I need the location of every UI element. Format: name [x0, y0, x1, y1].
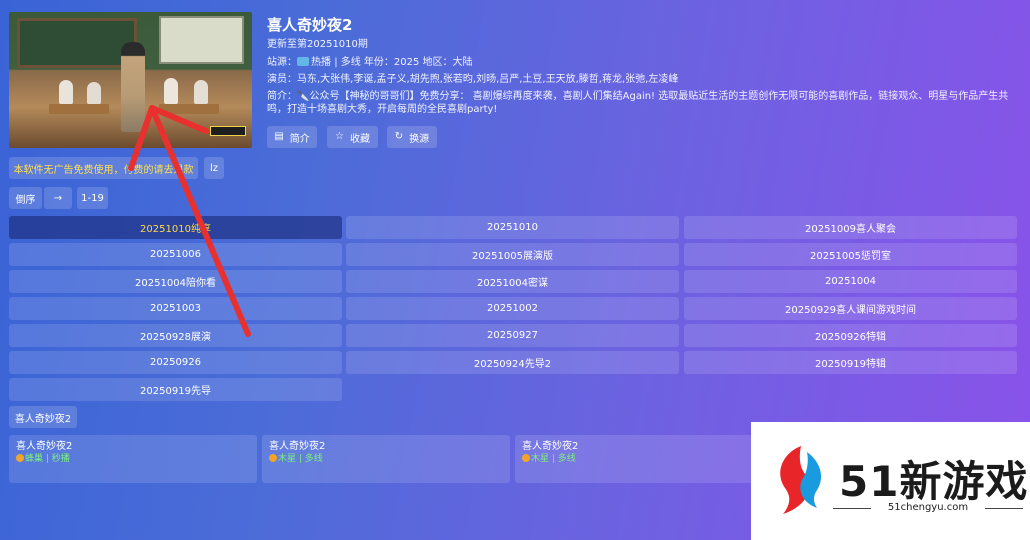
intro-button[interactable]: ▤ 简介 — [267, 126, 317, 148]
poster-desk — [159, 104, 219, 114]
related-card[interactable]: 喜人奇妙夜2 蜂巢 | 秒播 — [9, 435, 257, 483]
related-card-source: 木星 | 多线 — [531, 454, 576, 464]
episode-button[interactable]: 20251009喜人聚会 — [684, 216, 1017, 239]
episode-button[interactable]: 20250928展演 — [9, 324, 342, 347]
update-status: 更新至第20251010期 — [267, 39, 368, 50]
source-dot-icon — [522, 454, 530, 462]
watermark-brand: 51新游戏 — [839, 457, 1029, 506]
source-line: 站源： 热播 | 多线 年份：2025 地区：大陆 — [267, 56, 473, 69]
source-dot-icon — [269, 454, 277, 462]
related-card[interactable]: 喜人奇妙夜2 木星 | 多线 — [515, 435, 763, 483]
related-card[interactable]: 喜人奇妙夜2 木星 | 多线 — [262, 435, 510, 483]
poster-performer — [121, 42, 145, 132]
episode-button[interactable]: 20250919特辑 — [684, 351, 1017, 374]
actors-line: 演员：马东,大张伟,李诞,孟子义,胡先煦,张若昀,刘旸,吕严,土豆,王天放,滕哲… — [267, 74, 679, 85]
poster-student — [194, 80, 208, 104]
episode-button[interactable]: 20251004 — [684, 270, 1017, 293]
related-card-title: 喜人奇妙夜2 — [16, 441, 73, 452]
episode-button[interactable]: 20251010纯享 — [9, 216, 342, 239]
episode-button[interactable]: 20251005展演版 — [346, 243, 679, 266]
episode-button[interactable]: 20250919先导 — [9, 378, 342, 401]
poster-student — [164, 78, 178, 104]
source-name: 热播 — [311, 57, 331, 68]
episode-button[interactable]: 20251004密谋 — [346, 270, 679, 293]
poster-chalkboard — [17, 18, 137, 68]
poster-image — [9, 12, 252, 148]
source-dot-icon — [16, 454, 24, 462]
show-title: 喜人奇妙夜2 — [267, 16, 353, 34]
watermark-logo: 51新游戏 51chengyu.com — [751, 422, 1030, 540]
intro-label: 简介 — [289, 133, 310, 145]
poster-noticeboard — [159, 16, 244, 64]
episode-button[interactable]: 20251004陪你看 — [9, 270, 342, 293]
document-icon: ▤ — [274, 131, 284, 142]
episode-button[interactable]: 20251002 — [346, 297, 679, 320]
description: 简介：🔪公众号【神秘的哥哥们】免费分享： 喜剧爆综再度来袭，喜剧人们集结Agai… — [267, 91, 1009, 115]
episode-button[interactable]: 20250924先导2 — [346, 351, 679, 374]
episode-button[interactable]: 20251003 — [9, 297, 342, 320]
source-details: | 多线 年份：2025 地区：大陆 — [334, 57, 473, 68]
switch-source-label: 换源 — [409, 133, 430, 145]
episode-button[interactable]: 20251006 — [9, 243, 342, 266]
related-card-source: 木星 | 多线 — [278, 454, 323, 464]
related-card-title: 喜人奇妙夜2 — [522, 441, 579, 452]
lz-button[interactable]: lz — [204, 157, 224, 179]
tv-icon — [297, 57, 309, 66]
poster-logo-badge — [210, 126, 246, 136]
switch-source-button[interactable]: ↻ 换源 — [387, 126, 437, 148]
related-card-source: 蜂巢 | 秒播 — [25, 454, 70, 464]
refresh-icon: ↻ — [394, 131, 404, 142]
episode-button[interactable]: 20250926特辑 — [684, 324, 1017, 347]
favorite-label: 收藏 — [349, 133, 370, 145]
order-button[interactable]: 倒序 — [9, 187, 42, 209]
watermark-url: 51chengyu.com — [833, 502, 1023, 513]
episode-button[interactable]: 20250927 — [346, 324, 679, 347]
notice-banner: 本软件无广告免费使用，付费的请去退款 — [9, 157, 198, 179]
related-card-title: 喜人奇妙夜2 — [269, 441, 326, 452]
related-section-title[interactable]: 喜人奇妙夜2 — [9, 406, 77, 428]
range-button[interactable]: 1-19 — [77, 187, 108, 209]
arrow-button[interactable]: → — [44, 187, 72, 209]
episode-button[interactable]: 20251005惩罚室 — [684, 243, 1017, 266]
brand-logo-icon — [780, 446, 822, 514]
episode-button[interactable]: 20251010 — [346, 216, 679, 239]
poster-student — [59, 80, 73, 104]
favorite-button[interactable]: ☆ 收藏 — [327, 126, 378, 148]
episode-button[interactable]: 20250929喜人课间游戏时间 — [684, 297, 1017, 320]
source-label: 站源： — [267, 57, 297, 68]
poster-student — [87, 82, 101, 104]
poster-desk — [49, 104, 109, 114]
episode-button[interactable]: 20250926 — [9, 351, 342, 374]
star-icon: ☆ — [335, 131, 344, 142]
